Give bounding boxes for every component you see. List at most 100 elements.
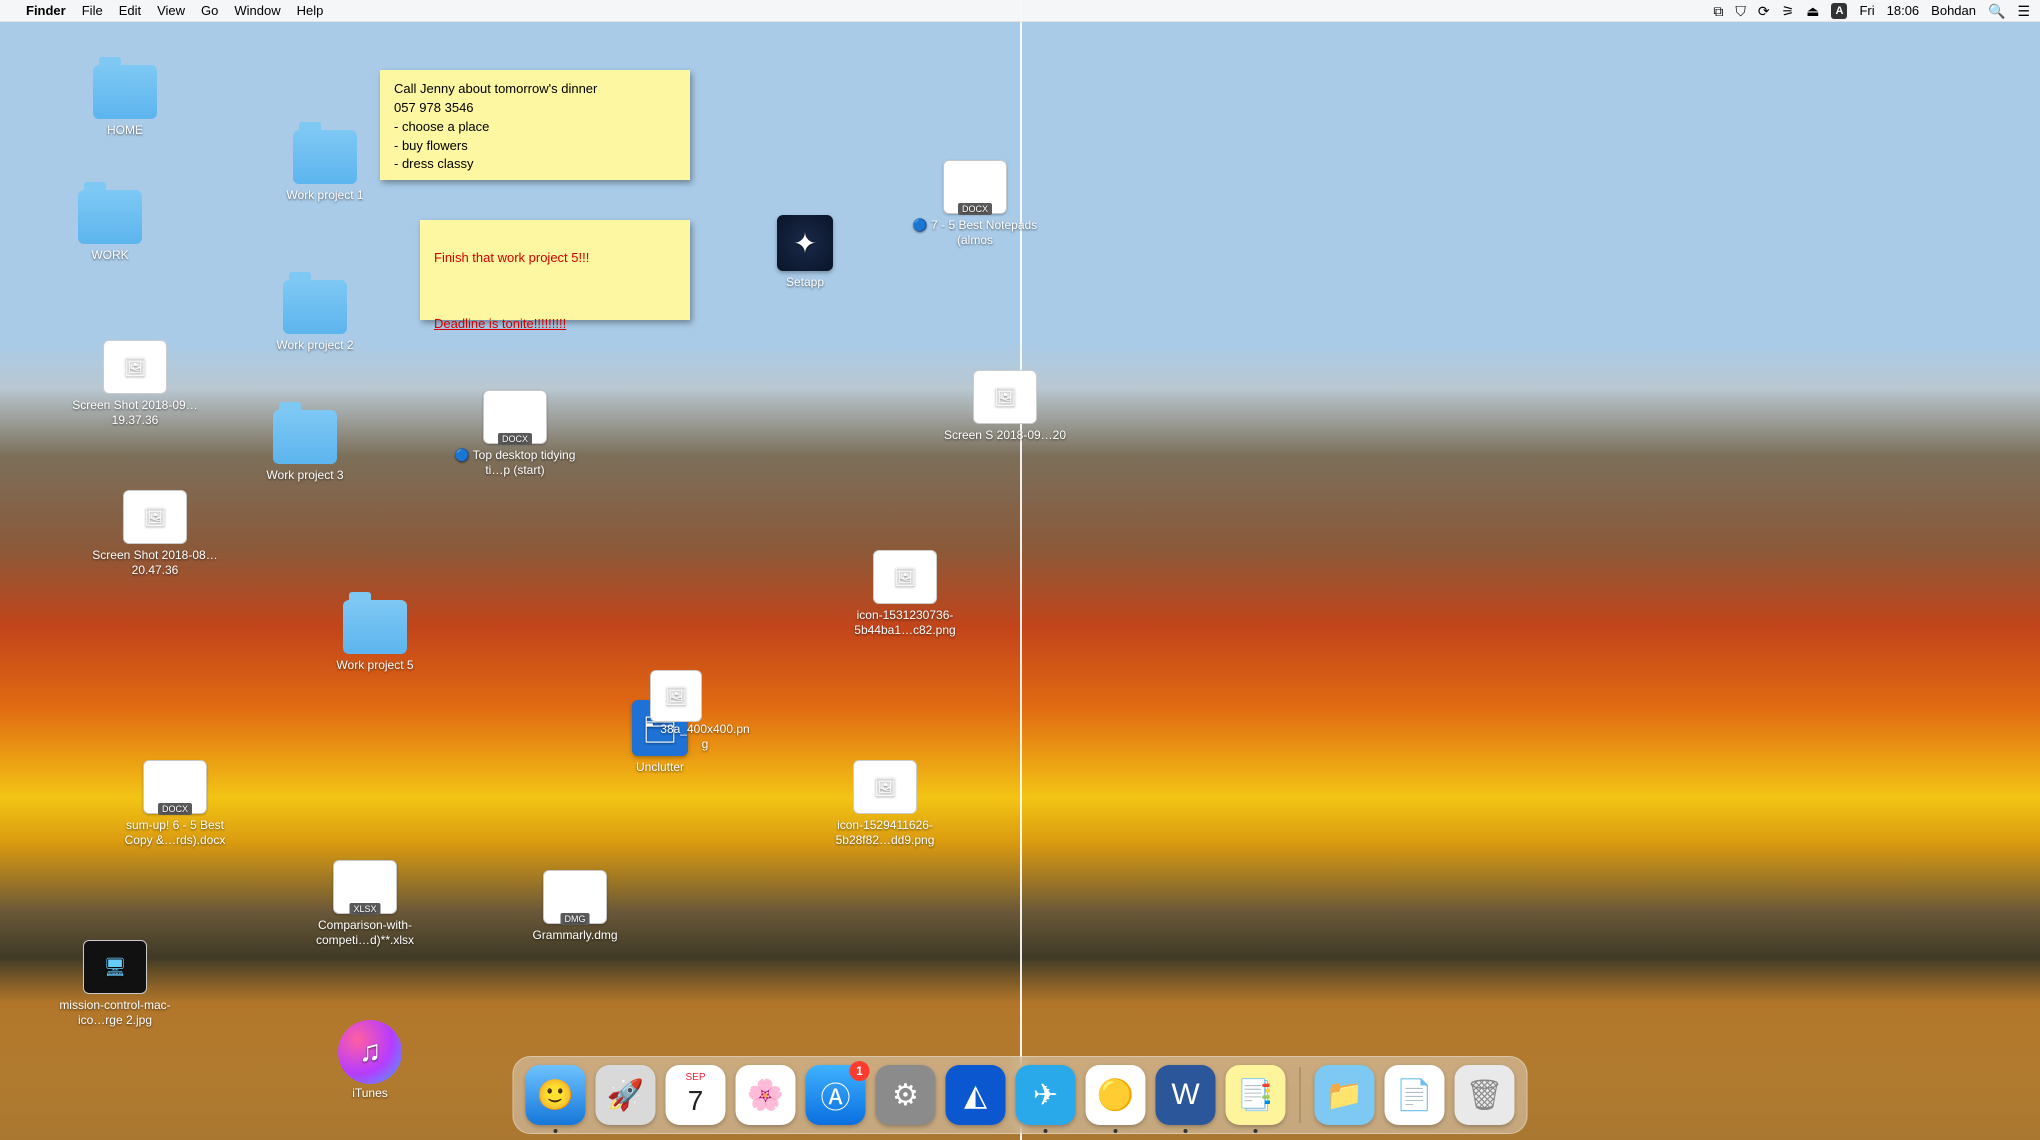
setapp-icon: ✦ [777,215,833,271]
dock-stickies[interactable]: 📑 [1226,1065,1286,1125]
app-unclutter[interactable]: 🗂 🖼 38a_400x400.png Unclutter [595,700,725,775]
sticky-note-2-line1: Finish that work project 5!!! [434,249,676,268]
sync-icon[interactable]: ⟳ [1758,4,1770,18]
file-label: Comparison-with-competi…d)**.xlsx [300,918,430,948]
image-file-icon: 🖼 [103,340,167,394]
folder-home[interactable]: HOME [60,65,190,138]
folder-icon [283,280,347,334]
dock-trash[interactable]: 🗑 [1455,1065,1515,1125]
folder-icon [273,410,337,464]
dock-acronis[interactable]: ◭ [946,1065,1006,1125]
file-docx-notepads[interactable]: DOCX 🔵 7 - 5 Best Notepads (almos [910,160,1040,248]
folder-work-project-3[interactable]: Work project 3 [240,410,370,483]
menubar-time[interactable]: 18:06 [1887,3,1920,18]
folder-label: HOME [60,123,190,138]
xlsx-file-icon: XLSX [333,860,397,914]
spotlight-icon[interactable]: 🔍 [1988,4,2005,18]
file-label: mission-control-mac-ico…rge 2.jpg [50,998,180,1028]
docx-file-icon: DOCX [143,760,207,814]
folder-label: WORK [45,248,175,263]
file-screenshot-2[interactable]: 🖼 Screen Shot 2018-08…20.47.36 [90,490,220,578]
folder-label: Work project 3 [240,468,370,483]
dock-folder-documents[interactable]: 📄 [1385,1065,1445,1125]
app-setapp[interactable]: ✦ Setapp [740,215,870,290]
menu-window[interactable]: Window [234,3,280,18]
image-file-icon: 🖼 [973,370,1037,424]
menu-bar: Finder File Edit View Go Window Help ⧉ ⛉… [0,0,2040,22]
file-screenshot-1[interactable]: 🖼 Screen Shot 2018-09…19.37.36 [70,340,200,428]
file-label: Grammarly.dmg [510,928,640,943]
menu-go[interactable]: Go [201,3,218,18]
file-label: icon-1529411626-5b28f82…dd9.png [820,818,950,848]
file-label: icon-1531230736-5b44ba1…c82.png [840,608,970,638]
file-jpg-mission-control[interactable]: 🖥 mission-control-mac-ico…rge 2.jpg [50,940,180,1028]
dock-system-preferences[interactable]: ⚙ [876,1065,936,1125]
dock-finder[interactable]: 🙂 [526,1065,586,1125]
menubar-day[interactable]: Fri [1859,3,1874,18]
folder-icon [293,130,357,184]
file-screenshot-3[interactable]: 🖼 Screen S 2018-09…20 [940,370,1070,443]
image-file-icon: 🖥 [83,940,147,994]
folder-icon [78,190,142,244]
sticky-note-1[interactable]: Call Jenny about tomorrow's dinner 057 9… [380,70,690,180]
file-docx-desktop-tidying[interactable]: DOCX 🔵 Top desktop tidying ti…p (start) [450,390,580,478]
dock-calendar[interactable]: SEP 7 [666,1065,726,1125]
file-label: 🔵 Top desktop tidying ti…p (start) [450,448,580,478]
docx-file-icon: DOCX [483,390,547,444]
folder-label: Work project 5 [310,658,440,673]
dock-folder-apps[interactable]: 📁 [1315,1065,1375,1125]
file-png-icon1[interactable]: 🖼 icon-1531230736-5b44ba1…c82.png [840,550,970,638]
dock-appstore[interactable]: Ⓐ 1 [806,1065,866,1125]
sticky-note-2[interactable]: Finish that work project 5!!! Deadline i… [420,220,690,320]
file-ext-badge: DMG [561,913,590,925]
calendar-day: 7 [688,1085,704,1117]
folder-work-project-5[interactable]: Work project 5 [310,600,440,673]
menubar-user[interactable]: Bohdan [1931,3,1976,18]
dock-launchpad[interactable]: 🚀 [596,1065,656,1125]
menu-view[interactable]: View [157,3,185,18]
dock-telegram[interactable]: ✈ [1016,1065,1076,1125]
file-ext-badge: DOCX [958,203,992,215]
menu-file[interactable]: File [82,3,103,18]
folder-icon [343,600,407,654]
dropbox-icon[interactable]: ⧉ [1713,4,1723,18]
file-xlsx-comparison[interactable]: XLSX Comparison-with-competi…d)**.xlsx [300,860,430,948]
dock-chrome[interactable]: 🟡 [1086,1065,1146,1125]
folder-work-project-2[interactable]: Work project 2 [250,280,380,353]
folder-work-project-1[interactable]: Work project 1 [260,130,390,203]
file-png-icon2[interactable]: 🖼 icon-1529411626-5b28f82…dd9.png [820,760,950,848]
app-label: Unclutter [595,760,725,775]
itunes-icon: ♫ [338,1020,402,1084]
docx-file-icon: DOCX [943,160,1007,214]
image-file-icon: 🖼 [853,760,917,814]
notification-icon[interactable]: ☰ [2017,4,2030,18]
file-label: Screen Shot 2018-09…19.37.36 [70,398,200,428]
shield-icon[interactable]: ⛉ [1735,4,1746,18]
sticky-note-2-line2: Deadline is tonite!!!!!!!!! [434,315,676,334]
wifi-icon[interactable]: ⚞ [1782,4,1795,18]
file-ext-badge: XLSX [349,903,380,915]
file-dmg-grammarly[interactable]: DMG Grammarly.dmg [510,870,640,943]
file-label: Screen Shot 2018-08…20.47.36 [90,548,220,578]
menu-edit[interactable]: Edit [119,3,141,18]
file-label: 🔵 7 - 5 Best Notepads (almos [910,218,1040,248]
file-label: Screen S 2018-09…20 [940,428,1070,443]
image-file-icon: 🖼 [650,670,702,722]
file-docx-sumup[interactable]: DOCX sum-up! 6 - 5 Best Copy &…rds).docx [110,760,240,848]
app-itunes[interactable]: ♫ iTunes [330,1020,410,1101]
app-label: iTunes [330,1086,410,1101]
file-label: 38a_400x400.png [655,722,755,752]
calendar-month: SEP [685,1073,705,1083]
active-app-name[interactable]: Finder [26,3,66,18]
file-ext-badge: DOCX [498,433,532,445]
dock-photos[interactable]: 🌸 [736,1065,796,1125]
input-source-badge[interactable]: A [1831,3,1847,19]
dock-word[interactable]: W [1156,1065,1216,1125]
dock-separator [1300,1067,1301,1123]
image-file-icon: 🖼 [123,490,187,544]
folder-label: Work project 2 [250,338,380,353]
eject-icon[interactable]: ⏏ [1806,4,1819,18]
menu-help[interactable]: Help [297,3,324,18]
folder-work[interactable]: WORK [45,190,175,263]
dmg-file-icon: DMG [543,870,607,924]
